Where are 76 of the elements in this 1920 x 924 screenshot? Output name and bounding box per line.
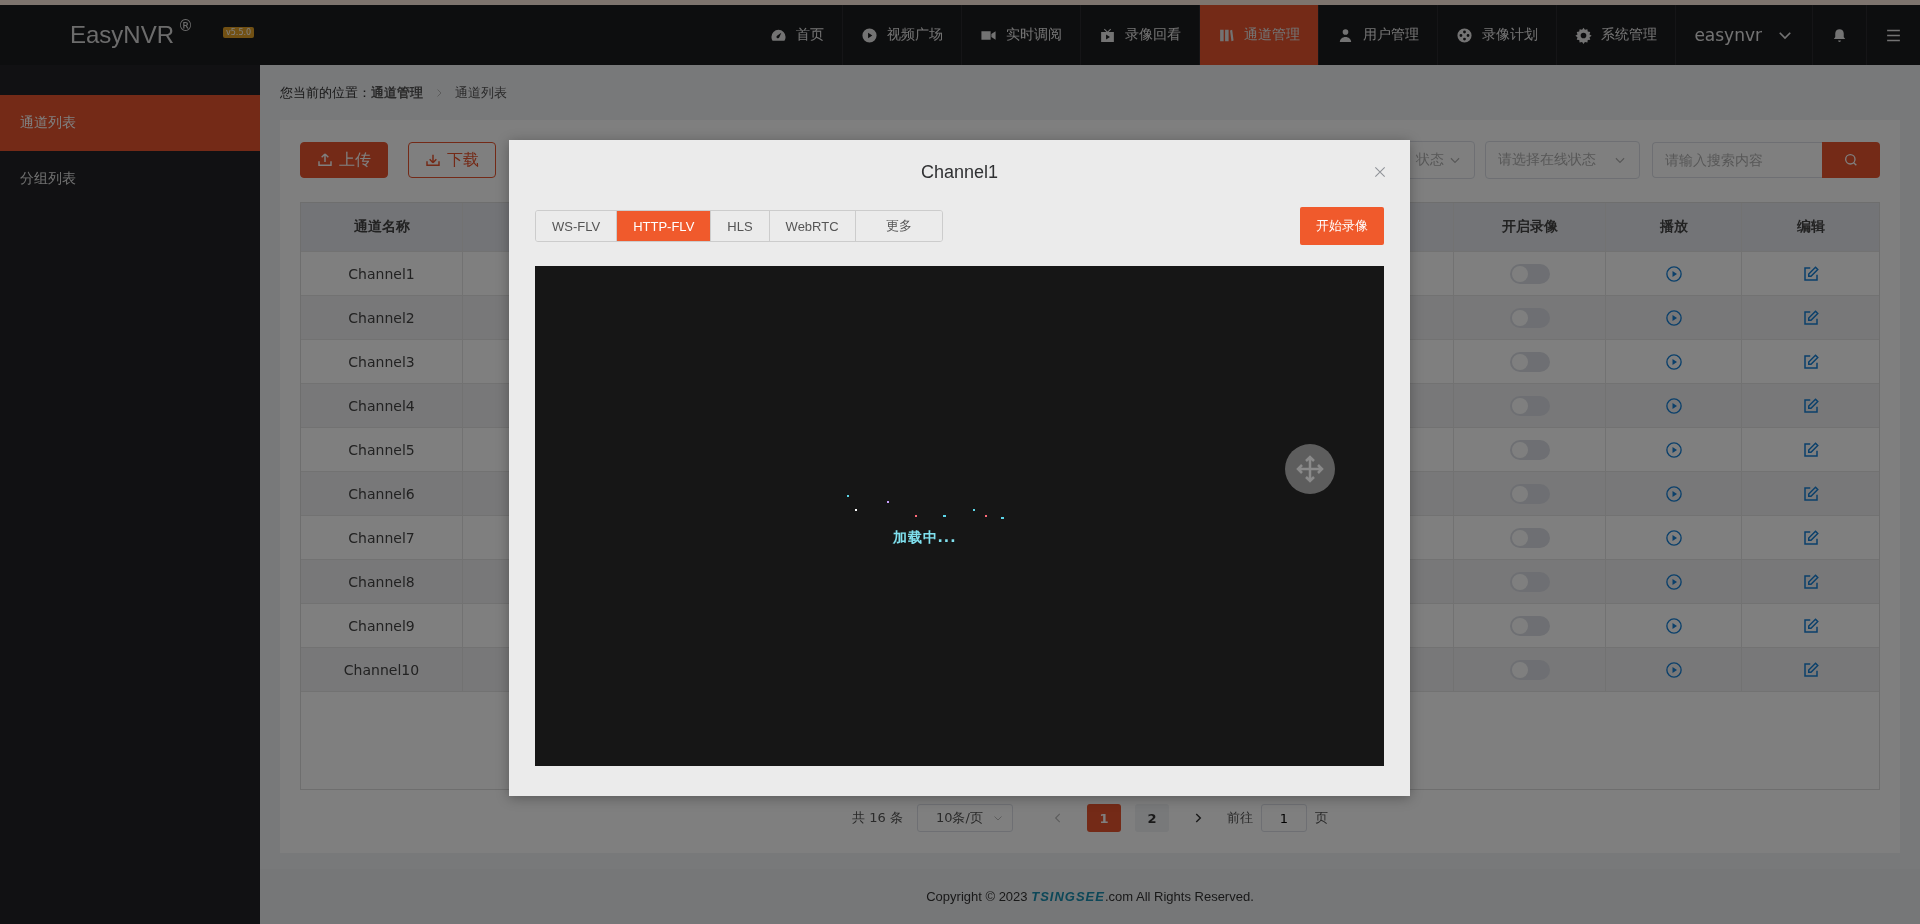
close-icon[interactable] bbox=[1372, 164, 1388, 180]
page-button[interactable]: 1 bbox=[1086, 804, 1121, 832]
table-cell: Channel10 bbox=[343, 661, 420, 678]
logo-text: EasyNVR bbox=[70, 21, 175, 49]
column-header: 通道名称 bbox=[353, 218, 410, 236]
goto-label: 前往 bbox=[1226, 809, 1253, 827]
edit-icon[interactable] bbox=[1801, 484, 1820, 503]
page-size-select[interactable]: 10条/页 bbox=[916, 804, 1013, 832]
play-icon[interactable] bbox=[1664, 572, 1683, 591]
column-header: 编辑 bbox=[1796, 218, 1825, 236]
table-cell: Channel6 bbox=[348, 485, 415, 502]
table-cell: Channel8 bbox=[348, 573, 415, 590]
table-cell: Channel4 bbox=[348, 397, 415, 414]
play-icon[interactable] bbox=[1664, 352, 1683, 371]
play-icon[interactable] bbox=[1664, 660, 1683, 679]
breadcrumb-link[interactable]: 通道管理 bbox=[371, 83, 423, 102]
search-icon bbox=[1843, 152, 1859, 168]
nav-item[interactable]: 系统管理 bbox=[1556, 5, 1676, 65]
stream-tab[interactable]: WS-FLV bbox=[536, 211, 618, 241]
table-cell: Channel5 bbox=[348, 441, 415, 458]
edit-icon[interactable] bbox=[1801, 572, 1820, 591]
nav-item[interactable]: 用户管理 bbox=[1318, 5, 1438, 65]
film-reel-icon bbox=[1456, 26, 1474, 44]
stream-tab[interactable]: HTTP-FLV bbox=[617, 211, 712, 241]
registered-mark: ® bbox=[178, 17, 194, 35]
nav-item[interactable]: 视频广场 bbox=[842, 5, 962, 65]
play-icon bbox=[861, 26, 879, 44]
loading-text: 加载中... bbox=[892, 529, 957, 547]
edit-icon[interactable] bbox=[1801, 660, 1820, 679]
bell-icon[interactable] bbox=[1831, 26, 1848, 44]
breadcrumb-label: 您当前的位置： bbox=[280, 83, 371, 102]
table-cell: Channel2 bbox=[348, 309, 415, 326]
play-icon[interactable] bbox=[1664, 440, 1683, 459]
edit-icon[interactable] bbox=[1801, 528, 1820, 547]
column-header: 播放 bbox=[1659, 218, 1688, 236]
nav-item[interactable]: 实时调阅 bbox=[961, 5, 1081, 65]
page-unit: 页 bbox=[1314, 809, 1328, 827]
edit-icon[interactable] bbox=[1801, 352, 1820, 371]
play-icon[interactable] bbox=[1664, 264, 1683, 283]
play-icon[interactable] bbox=[1664, 484, 1683, 503]
tv-icon bbox=[1099, 26, 1117, 44]
table-cell: Channel3 bbox=[348, 353, 415, 370]
table-cell: Channel7 bbox=[348, 529, 415, 546]
upload-icon bbox=[317, 152, 333, 168]
move-handle-icon[interactable] bbox=[1285, 444, 1335, 494]
version-badge: v5.5.0 bbox=[223, 27, 255, 38]
edit-icon[interactable] bbox=[1801, 616, 1820, 635]
edit-icon[interactable] bbox=[1801, 308, 1820, 327]
total-count: 共 16 条 bbox=[852, 809, 903, 827]
download-button[interactable]: 下载 bbox=[408, 142, 496, 178]
nav-item[interactable]: 首页 bbox=[752, 5, 843, 65]
sidebar-item[interactable]: 分组列表 bbox=[0, 151, 260, 207]
edit-icon[interactable] bbox=[1801, 440, 1820, 459]
table-cell: Channel9 bbox=[348, 617, 415, 634]
upload-button[interactable]: 上传 bbox=[300, 142, 388, 178]
column-header: 开启录像 bbox=[1501, 218, 1558, 236]
search-button[interactable] bbox=[1822, 142, 1880, 178]
download-icon bbox=[425, 152, 441, 168]
page-button[interactable]: 2 bbox=[1134, 804, 1169, 832]
edit-icon[interactable] bbox=[1801, 396, 1820, 415]
settings-icon bbox=[1575, 26, 1593, 44]
dialog-title: Channel1 bbox=[920, 160, 999, 184]
sidebar-item[interactable]: 通道列表 bbox=[0, 95, 260, 151]
copyright-text: Copyright © 2023 TSINGSEE.com All Rights Reserved. bbox=[926, 889, 1254, 904]
table-cell: Channel1 bbox=[348, 265, 415, 282]
user-menu[interactable]: easynvr bbox=[1675, 5, 1812, 65]
play-icon[interactable] bbox=[1664, 616, 1683, 635]
start-recording-button[interactable]: 开始录像 bbox=[1300, 207, 1384, 245]
page-input[interactable]: 1 bbox=[1260, 804, 1307, 832]
breadcrumb-link[interactable]: 通道列表 bbox=[455, 83, 507, 102]
edit-icon[interactable] bbox=[1801, 264, 1820, 283]
play-icon[interactable] bbox=[1664, 308, 1683, 327]
play-icon[interactable] bbox=[1664, 528, 1683, 547]
nav-item[interactable]: 录像计划 bbox=[1437, 5, 1557, 65]
play-icon[interactable] bbox=[1664, 396, 1683, 415]
nav-item[interactable]: 通道管理 bbox=[1199, 5, 1319, 65]
